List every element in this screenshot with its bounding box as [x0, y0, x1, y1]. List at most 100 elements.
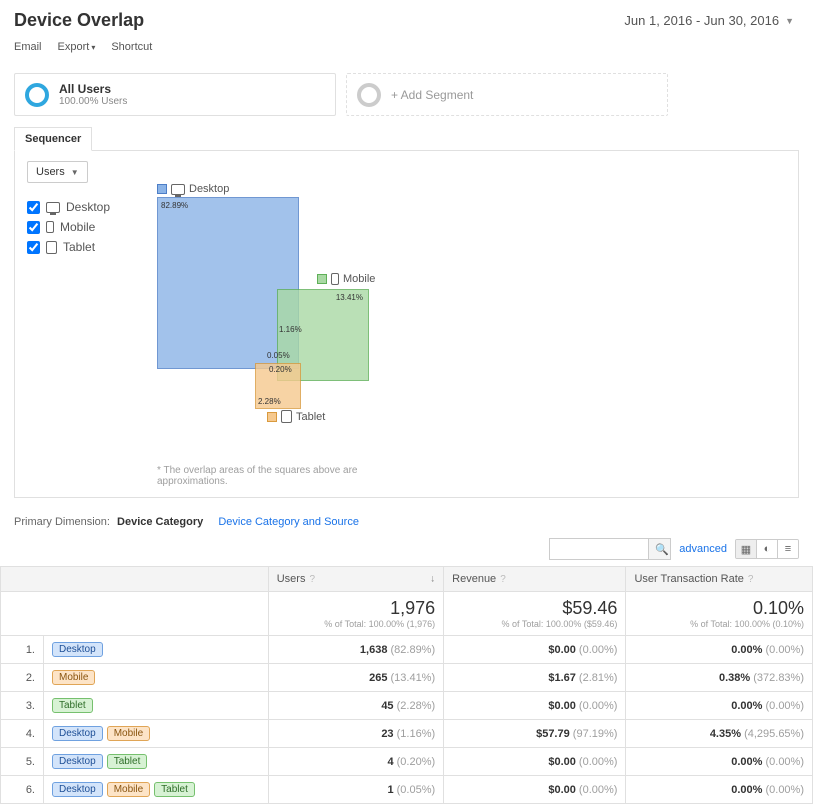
row-metric: 1 (0.05%)	[268, 776, 443, 804]
legend-row-tablet[interactable]: Tablet	[27, 237, 137, 257]
advanced-link[interactable]: advanced	[679, 543, 727, 555]
total-revenue-sub: % of Total: 100.00% ($59.46)	[452, 619, 617, 629]
data-table: Users?↓ Revenue? User Transaction Rate? …	[0, 566, 813, 804]
primary-dimension-label: Primary Dimension:	[14, 516, 110, 528]
total-users-sub: % of Total: 100.00% (1,976)	[277, 619, 435, 629]
row-category: Mobile	[44, 664, 269, 692]
total-revenue: $59.46	[452, 598, 617, 619]
chip-desktop: Desktop	[52, 726, 103, 741]
chip-mobile: Mobile	[107, 726, 150, 741]
primary-dimension-other[interactable]: Device Category and Source	[218, 516, 359, 528]
col-utr[interactable]: User Transaction Rate?	[626, 567, 813, 592]
row-metric: $1.67 (2.81%)	[444, 664, 626, 692]
legend-row-mobile[interactable]: Mobile	[27, 217, 137, 237]
venn-pct-dmt: 0.05%	[267, 351, 290, 360]
table-row[interactable]: 1. Desktop 1,638 (82.89%)$0.00 (0.00%)0.00…	[1, 636, 813, 664]
row-metric: 1,638 (82.89%)	[268, 636, 443, 664]
export-button[interactable]: Export▾	[58, 41, 96, 53]
table-search[interactable]: 🔍	[549, 538, 671, 560]
segment-all-users[interactable]: All Users 100.00% Users	[14, 73, 336, 116]
shortcut-button[interactable]: Shortcut	[111, 41, 152, 53]
caret-down-icon: ▾	[91, 43, 95, 52]
col-users[interactable]: Users?↓	[268, 567, 443, 592]
search-input[interactable]	[550, 539, 648, 559]
help-icon: ?	[309, 574, 315, 585]
row-metric: 4.35% (4,295.65%)	[626, 720, 813, 748]
venn-label-desktop: Desktop	[157, 183, 229, 195]
venn-pct-dt: 0.20%	[269, 365, 292, 374]
legend: Desktop Mobile Tablet	[27, 197, 137, 487]
view-bars-icon[interactable]: ≡	[777, 540, 798, 558]
row-metric: 45 (2.28%)	[268, 692, 443, 720]
email-button[interactable]: Email	[14, 41, 42, 53]
legend-row-desktop[interactable]: Desktop	[27, 197, 137, 217]
row-category: Desktop	[44, 636, 269, 664]
chip-tablet: Tablet	[107, 754, 148, 769]
row-metric: 0.38% (372.83%)	[626, 664, 813, 692]
caret-down-icon: ▼	[785, 16, 794, 26]
search-button[interactable]: 🔍	[648, 539, 670, 559]
chip-desktop: Desktop	[52, 782, 103, 797]
row-index: 3.	[1, 692, 44, 720]
tab-sequencer[interactable]: Sequencer	[14, 127, 92, 151]
metric-dropdown[interactable]: Users ▼	[27, 161, 88, 183]
view-table-icon[interactable]: ▦	[736, 540, 756, 558]
row-category: Desktop Mobile	[44, 720, 269, 748]
table-row[interactable]: 6.DesktopMobileTablet1 (0.05%)$0.00 (0.0…	[1, 776, 813, 804]
totals-row: 1,976% of Total: 100.00% (1,976) $59.46%…	[1, 592, 813, 636]
segment-circle-icon	[25, 83, 49, 107]
tablet-icon	[281, 410, 292, 423]
col-revenue[interactable]: Revenue?	[444, 567, 626, 592]
table-row[interactable]: 4. Desktop Mobile 23 (1.16%)$57.79 (97.19%)…	[1, 720, 813, 748]
tablet-swatch-icon	[267, 412, 277, 422]
chip-mobile: Mobile	[107, 782, 150, 797]
row-metric: $57.79 (97.19%)	[444, 720, 626, 748]
total-utr: 0.10%	[634, 598, 804, 619]
row-metric: 4 (0.20%)	[268, 748, 443, 776]
date-range-text: Jun 1, 2016 - Jun 30, 2016	[624, 13, 779, 28]
col-category[interactable]	[1, 567, 269, 592]
tablet-icon	[46, 241, 57, 254]
row-metric: $0.00 (0.00%)	[444, 692, 626, 720]
row-metric: 23 (1.16%)	[268, 720, 443, 748]
desktop-icon	[46, 202, 60, 213]
chip-desktop: Desktop	[52, 642, 103, 657]
chip-tablet: Tablet	[154, 782, 195, 797]
row-index: 2.	[1, 664, 44, 692]
table-row[interactable]: 3.Tablet45 (2.28%)$0.00 (0.00%)0.00% (0.…	[1, 692, 813, 720]
row-index: 6.	[1, 776, 44, 804]
table-row[interactable]: 5.DesktopTablet4 (0.20%)$0.00 (0.00%)0.0…	[1, 748, 813, 776]
sort-down-icon: ↓	[430, 574, 435, 585]
mobile-icon	[46, 221, 54, 233]
search-icon: 🔍	[655, 544, 669, 556]
legend-label-mobile: Mobile	[60, 220, 95, 234]
row-metric: 0.00% (0.00%)	[626, 636, 813, 664]
total-utr-sub: % of Total: 100.00% (0.10%)	[634, 619, 804, 629]
table-row[interactable]: 2.Mobile265 (13.41%)$1.67 (2.81%)0.38% (…	[1, 664, 813, 692]
row-metric: 0.00% (0.00%)	[626, 748, 813, 776]
add-segment-button[interactable]: + Add Segment	[346, 73, 668, 116]
segment-circle-hollow-icon	[357, 83, 381, 107]
row-index: 5.	[1, 748, 44, 776]
venn-label-mobile: Mobile	[317, 273, 375, 285]
row-category: Desktop Mobile Tablet	[44, 776, 269, 804]
venn-label-tablet: Tablet	[267, 410, 325, 423]
date-range-picker[interactable]: Jun 1, 2016 - Jun 30, 2016 ▼	[619, 10, 799, 31]
help-icon: ?	[748, 574, 754, 585]
venn-pct-mobile: 13.41%	[336, 293, 363, 302]
legend-checkbox-mobile[interactable]	[27, 221, 40, 234]
primary-dimension-active[interactable]: Device Category	[117, 516, 203, 528]
metric-dropdown-label: Users	[36, 166, 65, 178]
legend-checkbox-desktop[interactable]	[27, 201, 40, 214]
row-category: DesktopTablet	[44, 748, 269, 776]
venn-pct-dm: 1.16%	[279, 325, 302, 334]
row-metric: $0.00 (0.00%)	[444, 636, 626, 664]
view-switch: ▦ ◐ ≡	[735, 539, 799, 559]
legend-checkbox-tablet[interactable]	[27, 241, 40, 254]
row-index: 1.	[1, 636, 44, 664]
view-pie-icon[interactable]: ◐	[756, 540, 777, 558]
venn-pct-tablet: 2.28%	[258, 397, 281, 406]
row-index: 4.	[1, 720, 44, 748]
segment-title: All Users	[59, 82, 127, 96]
row-metric: $0.00 (0.00%)	[444, 748, 626, 776]
